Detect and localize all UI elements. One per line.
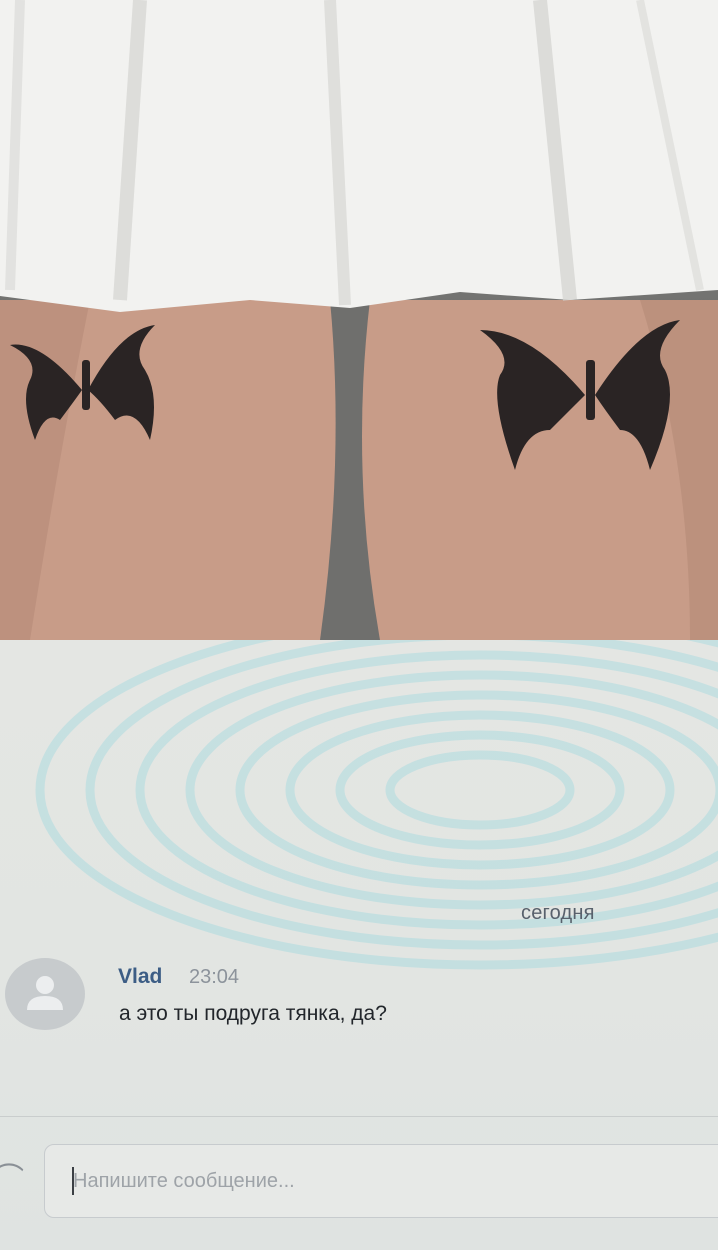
message-composer[interactable]	[44, 1144, 718, 1218]
message-input[interactable]	[73, 1163, 673, 1199]
avatar-placeholder-icon	[27, 976, 63, 1010]
composer-divider	[0, 1116, 718, 1117]
message-text: а это ты подруга тянка, да?	[119, 1002, 387, 1025]
photo	[0, 0, 718, 640]
chat-screen: сегодня Vlad 23:04 а это ты подруга тянк…	[0, 640, 718, 1250]
message-time[interactable]: 23:04	[189, 966, 239, 989]
photo-illustration	[0, 0, 718, 640]
date-separator: сегодня	[521, 902, 595, 924]
message-author[interactable]: Vlad	[118, 965, 162, 989]
avatar[interactable]	[5, 958, 85, 1030]
attach-icon[interactable]: ⌒	[0, 1160, 24, 1200]
